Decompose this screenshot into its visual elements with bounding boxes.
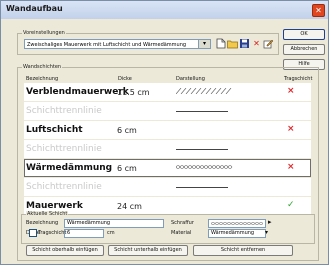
- delete-icon[interactable]: ✕: [251, 38, 262, 49]
- column-header-name: Bezeichnung: [26, 76, 59, 82]
- separator-line-preview: [176, 149, 228, 150]
- load-bearing-indicator[interactable]: ×: [287, 124, 295, 134]
- save-icon[interactable]: [239, 38, 250, 49]
- chevron-down-icon[interactable]: ▾: [265, 229, 268, 236]
- table-row[interactable]: Luftschicht 6 cm ×: [24, 121, 311, 139]
- column-header-display: Darstellung: [176, 76, 205, 82]
- new-document-icon[interactable]: [215, 38, 226, 49]
- table-row-selected[interactable]: Wärmedämmung 6 cm ×: [24, 159, 311, 177]
- separator-line-preview: [176, 111, 228, 112]
- insert-below-button[interactable]: Schicht unterhalb einfügen: [108, 245, 188, 256]
- wall-layers-group-label: Wandschichten: [22, 64, 63, 70]
- layer-name: Mauerwerk: [26, 201, 83, 211]
- layer-name: Wärmedämmung: [26, 163, 113, 173]
- insulation-hatch-preview: [176, 165, 233, 169]
- presets-group-label: Voreinstellungen: [22, 30, 66, 36]
- edit-icon[interactable]: [263, 38, 274, 49]
- table-row[interactable]: Schichttrennlinie: [24, 102, 311, 120]
- column-header-thickness: Dicke: [118, 76, 132, 82]
- layer-name: Verblendmauerwerk: [26, 87, 129, 97]
- load-bearing-label: Tragschicht: [38, 230, 67, 236]
- open-folder-icon[interactable]: [227, 38, 238, 49]
- layer-name: Schichttrennlinie: [26, 106, 102, 116]
- title-bar: Wandaufbau ✕: [1, 1, 328, 19]
- chevron-right-icon[interactable]: ▸: [268, 218, 272, 226]
- column-header-load-bearing: Tragschicht: [284, 76, 313, 82]
- ok-button[interactable]: OK: [283, 29, 325, 40]
- layer-thickness: 6 cm: [117, 164, 137, 173]
- load-bearing-indicator[interactable]: ×: [287, 86, 295, 96]
- layer-name-label: Bezeichnung: [26, 220, 59, 226]
- current-layer-group-label: Aktuelle Schicht: [26, 211, 69, 217]
- layer-name: Luftschicht: [26, 125, 83, 135]
- insert-above-button[interactable]: Schicht oberhalb einfügen: [26, 245, 104, 256]
- layer-name: Schichttrennlinie: [26, 144, 102, 154]
- preset-select[interactable]: Zweischaliges Mauerwerk mit Luftschicht …: [24, 39, 211, 49]
- cancel-button[interactable]: Abbrechen: [283, 44, 325, 55]
- hatch-label: Schraffur: [171, 220, 194, 226]
- layer-thickness: 11.5 cm: [117, 88, 150, 97]
- insulation-hatch-swatch: [211, 222, 263, 225]
- wall-structure-dialog: Wandaufbau ✕ OK Abbrechen Hilfe Voreinst…: [0, 0, 329, 265]
- thickness-unit: cm: [107, 230, 115, 236]
- table-row[interactable]: Schichttrennlinie: [24, 178, 311, 196]
- hatch-preview: [176, 88, 232, 94]
- chevron-down-icon[interactable]: ▾: [198, 39, 211, 49]
- window-title: Wandaufbau: [6, 4, 63, 13]
- layer-thickness: 24 cm: [117, 202, 142, 211]
- material-select[interactable]: Wärmedämmung: [208, 229, 266, 238]
- load-bearing-indicator[interactable]: ✓: [287, 200, 295, 210]
- hatch-picker[interactable]: [208, 219, 266, 228]
- close-icon[interactable]: ✕: [312, 4, 325, 17]
- layer-name-field[interactable]: Wärmedämmung: [64, 219, 164, 228]
- material-label: Material: [171, 230, 192, 236]
- layer-name: Schichttrennlinie: [26, 182, 102, 192]
- table-row[interactable]: Verblendmauerwerk 11.5 cm ×: [24, 83, 311, 101]
- thickness-field[interactable]: 6: [64, 229, 104, 238]
- load-bearing-indicator[interactable]: ×: [287, 162, 295, 172]
- remove-layer-button[interactable]: Schicht entfernen: [193, 245, 293, 256]
- layer-thickness: 6 cm: [117, 126, 137, 135]
- table-row[interactable]: Schichttrennlinie: [24, 140, 311, 158]
- load-bearing-checkbox[interactable]: [29, 229, 37, 237]
- separator-line-preview: [176, 187, 228, 188]
